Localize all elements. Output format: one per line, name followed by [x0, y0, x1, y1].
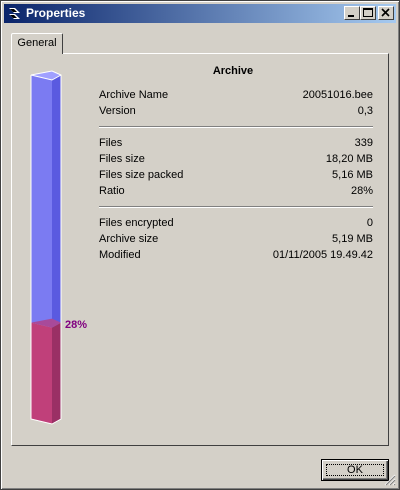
files-encrypted-value: 0: [366, 217, 373, 229]
modified-label: Modified: [99, 249, 141, 261]
ratio-gauge: [30, 70, 62, 425]
gauge-empty-front: [31, 75, 52, 328]
modified-value: 01/11/2005 19.49.42: [272, 249, 373, 261]
archive-name-label: Archive Name: [99, 89, 169, 101]
version-value: 0,3: [357, 105, 373, 117]
close-button[interactable]: [378, 6, 394, 20]
minimize-icon: [348, 15, 354, 17]
files-size-value: 18,20 MB: [325, 153, 373, 165]
files-size-packed-value: 5,16 MB: [332, 169, 373, 181]
minimize-button[interactable]: [344, 6, 360, 20]
files-size-packed-label: Files size packed: [99, 169, 184, 181]
files-label: Files: [99, 137, 123, 149]
info-row-version: Version 0,3: [99, 105, 373, 119]
version-label: Version: [99, 105, 136, 117]
ok-button[interactable]: OK: [321, 459, 389, 481]
resize-grip-icon[interactable]: [384, 474, 396, 486]
files-size-label: Files size: [99, 153, 145, 165]
title-bar[interactable]: Properties: [4, 4, 396, 23]
window-title: Properties: [26, 6, 86, 20]
archive-name-value: 20051016.bee: [302, 89, 373, 101]
gauge-percent-label: 28%: [65, 318, 88, 331]
archive-size-label: Archive size: [99, 233, 159, 245]
info-row-files-encrypted: Files encrypted 0: [99, 217, 373, 231]
info-row-ratio: Ratio 28%: [99, 185, 373, 199]
info-row-archive-name: Archive Name 20051016.bee: [99, 89, 373, 103]
archive-heading: Archive: [212, 65, 254, 77]
properties-window: Properties General 28% Archive Archive N…: [0, 0, 400, 490]
files-encrypted-label: Files encrypted: [99, 217, 174, 229]
gauge-empty-side: [52, 75, 61, 328]
gauge-filled-side: [52, 322, 61, 424]
gauge-filled-front: [31, 322, 52, 424]
focus-rect: [326, 464, 384, 476]
info-row-files: Files 339: [99, 137, 373, 151]
archive-size-value: 5,19 MB: [332, 233, 373, 245]
ratio-value: 28%: [350, 185, 373, 197]
close-icon: [381, 8, 390, 17]
maximize-icon: [363, 8, 373, 17]
divider: [99, 206, 373, 208]
maximize-button[interactable]: [360, 6, 376, 20]
ratio-label: Ratio: [99, 185, 125, 197]
files-value: 339: [354, 137, 373, 149]
divider: [99, 126, 373, 128]
info-row-modified: Modified 01/11/2005 19.49.42: [99, 249, 373, 263]
app-icon: [9, 8, 20, 19]
info-row-archive-size: Archive size 5,19 MB: [99, 233, 373, 247]
info-row-files-size: Files size 18,20 MB: [99, 153, 373, 167]
tab-general[interactable]: General: [11, 33, 63, 54]
tab-general-label: General: [17, 37, 57, 49]
info-row-files-size-packed: Files size packed 5,16 MB: [99, 169, 373, 183]
